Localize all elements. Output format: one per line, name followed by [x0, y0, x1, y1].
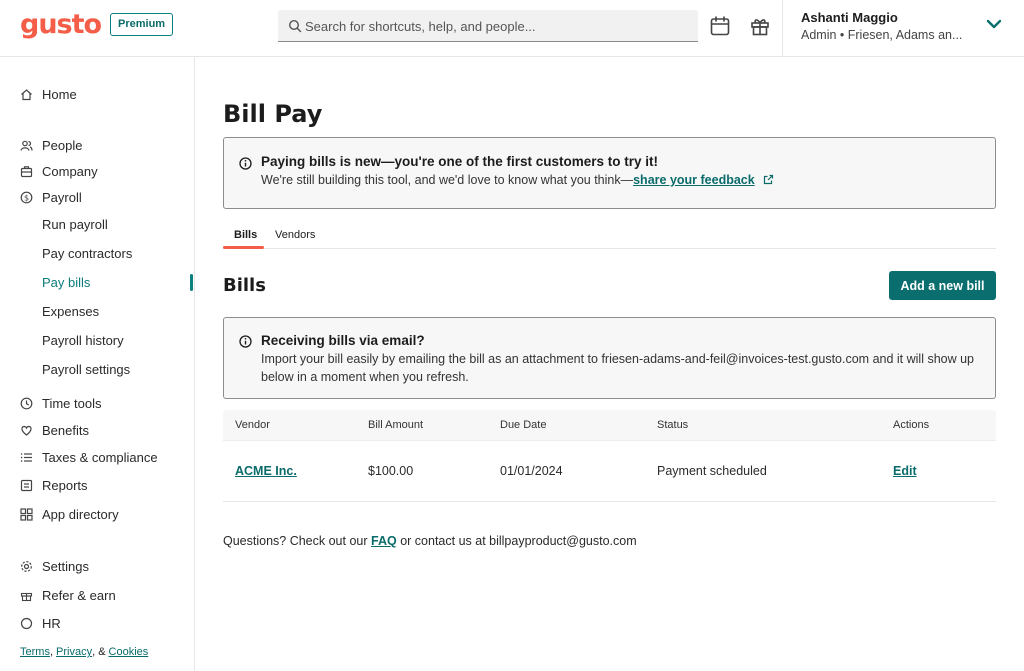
- add-new-bill-button[interactable]: Add a new bill: [889, 271, 996, 300]
- sidebar-item-payroll[interactable]: $ Payroll: [20, 186, 82, 208]
- email-notice: Receiving bills via email? Import your b…: [223, 317, 996, 399]
- search-bar[interactable]: [278, 10, 698, 42]
- privacy-link[interactable]: Privacy: [56, 646, 92, 658]
- calendar-icon[interactable]: [709, 15, 731, 37]
- separator: ,: [49, 646, 54, 658]
- notice-body: Import your bill easily by emailing the …: [261, 352, 975, 384]
- sidebar-item-label: Refer & earn: [42, 587, 116, 603]
- section-title: Bills: [223, 275, 266, 296]
- company-icon: [20, 165, 33, 177]
- sidebar-item-refer[interactable]: Refer & earn: [20, 584, 116, 606]
- notice-text: We're still building this tool, and we'd…: [261, 173, 634, 187]
- sidebar-footer: Terms, Privacy, & Cookies: [0, 633, 194, 671]
- edit-link[interactable]: Edit: [893, 464, 917, 478]
- faq-link[interactable]: FAQ: [371, 534, 397, 548]
- sidebar-item-pay-contractors[interactable]: Pay contractors: [42, 242, 132, 264]
- active-tab-underline: [223, 246, 264, 249]
- search-input[interactable]: [305, 10, 685, 42]
- footer-text: or contact us at billpayproduct@gusto.co…: [400, 534, 637, 548]
- reports-icon: [20, 479, 33, 491]
- list-icon: [20, 452, 32, 462]
- cookies-link[interactable]: Cookies: [109, 646, 149, 658]
- sidebar-item-label: Home: [42, 86, 77, 102]
- sidebar-item-label: Reports: [42, 477, 88, 493]
- sidebar-item-pay-bills[interactable]: Pay bills: [42, 271, 90, 293]
- table-row: ACME Inc. $100.00 01/01/2024 Payment sch…: [223, 440, 996, 502]
- gift-icon[interactable]: [749, 15, 771, 37]
- bill-amount: $100.00: [368, 464, 414, 478]
- due-date: 01/01/2024: [500, 464, 563, 478]
- tab-bills[interactable]: Bills: [234, 229, 257, 253]
- tab-vendors[interactable]: Vendors: [275, 229, 315, 253]
- hr-icon: [20, 617, 33, 629]
- external-link-icon[interactable]: [763, 174, 774, 185]
- sidebar-item-label: App directory: [42, 506, 119, 522]
- sidebar-item-label: Settings: [42, 558, 89, 574]
- divider: [782, 0, 783, 57]
- sidebar-item-label: Payroll: [42, 189, 82, 205]
- vendor-link[interactable]: ACME Inc.: [235, 464, 297, 478]
- sidebar-item-hr[interactable]: HR: [20, 612, 61, 634]
- sidebar-item-people[interactable]: People: [20, 134, 82, 156]
- sidebar-item-benefits[interactable]: Benefits: [20, 419, 89, 441]
- page-title: Bill Pay: [223, 100, 323, 128]
- sidebar-item-label: People: [42, 137, 83, 153]
- clock-icon: [20, 397, 33, 409]
- notice-title: Paying bills is new—you're one of the fi…: [261, 154, 659, 169]
- user-name[interactable]: Ashanti Maggio: [801, 10, 898, 25]
- beta-notice: Paying bills is new—you're one of the fi…: [223, 137, 996, 209]
- sidebar-item-home[interactable]: Home: [20, 83, 77, 105]
- help-footer: Questions? Check out our FAQ or contact …: [223, 534, 637, 548]
- column-header-amount[interactable]: Bill Amount: [368, 419, 423, 431]
- dollar-circle-icon: $: [20, 191, 33, 203]
- sidebar-item-app-directory[interactable]: App directory: [20, 503, 119, 525]
- terms-link[interactable]: Terms: [20, 646, 50, 658]
- gusto-logo[interactable]: gusto: [20, 9, 102, 40]
- sidebar-item-payroll-history[interactable]: Payroll history: [42, 329, 124, 351]
- top-bar: gusto Premium Ashanti Maggio Admin • Fri…: [0, 0, 1024, 57]
- column-header-actions: Actions: [893, 419, 930, 431]
- column-header-vendor[interactable]: Vendor: [235, 419, 270, 431]
- sidebar-item-label: HR: [42, 615, 61, 631]
- svg-text:$: $: [24, 193, 29, 202]
- premium-badge[interactable]: Premium: [110, 13, 174, 36]
- footer-text: Questions? Check out our: [223, 534, 368, 548]
- sidebar-item-reports[interactable]: Reports: [20, 474, 88, 496]
- people-icon: [20, 140, 33, 151]
- sidebar-item-label: Benefits: [42, 422, 89, 438]
- feedback-link[interactable]: share your feedback: [633, 173, 755, 187]
- home-icon: [21, 88, 32, 100]
- sidebar-item-payroll-settings[interactable]: Payroll settings: [42, 358, 130, 380]
- column-header-due-date[interactable]: Due Date: [500, 419, 546, 431]
- sidebar-item-company[interactable]: Company: [20, 160, 98, 182]
- gear-icon: [21, 560, 32, 572]
- search-icon: [288, 19, 302, 33]
- sidebar-item-time-tools[interactable]: Time tools: [20, 392, 101, 414]
- sidebar-item-label: Time tools: [42, 395, 102, 411]
- apps-icon: [20, 507, 33, 521]
- sidebar-item-expenses[interactable]: Expenses: [42, 300, 99, 322]
- gift-icon: [20, 592, 33, 601]
- separator: , &: [92, 646, 106, 658]
- notice-title: Receiving bills via email?: [261, 333, 425, 348]
- sidebar-item-label: Company: [42, 163, 98, 179]
- sidebar-item-run-payroll[interactable]: Run payroll: [42, 213, 108, 235]
- sidebar-item-taxes[interactable]: Taxes & compliance: [20, 446, 158, 468]
- user-role[interactable]: Admin • Friesen, Adams an...: [801, 28, 966, 42]
- bill-status: Payment scheduled: [657, 464, 767, 478]
- notice-body: We're still building this tool, and we'd…: [261, 171, 774, 189]
- sidebar: Home People Company $ Payroll Run payrol…: [0, 57, 195, 671]
- heart-icon: [21, 425, 32, 436]
- info-icon: [239, 335, 252, 348]
- active-indicator: [190, 274, 193, 291]
- sidebar-item-settings[interactable]: Settings: [20, 555, 89, 577]
- column-header-status[interactable]: Status: [657, 419, 688, 431]
- chevron-down-icon[interactable]: [985, 17, 1003, 31]
- tab-bar: Bills Vendors: [223, 225, 996, 249]
- table-header: Vendor Bill Amount Due Date Status Actio…: [223, 410, 996, 440]
- info-icon: [239, 157, 252, 170]
- sidebar-item-label: Taxes & compliance: [42, 449, 158, 465]
